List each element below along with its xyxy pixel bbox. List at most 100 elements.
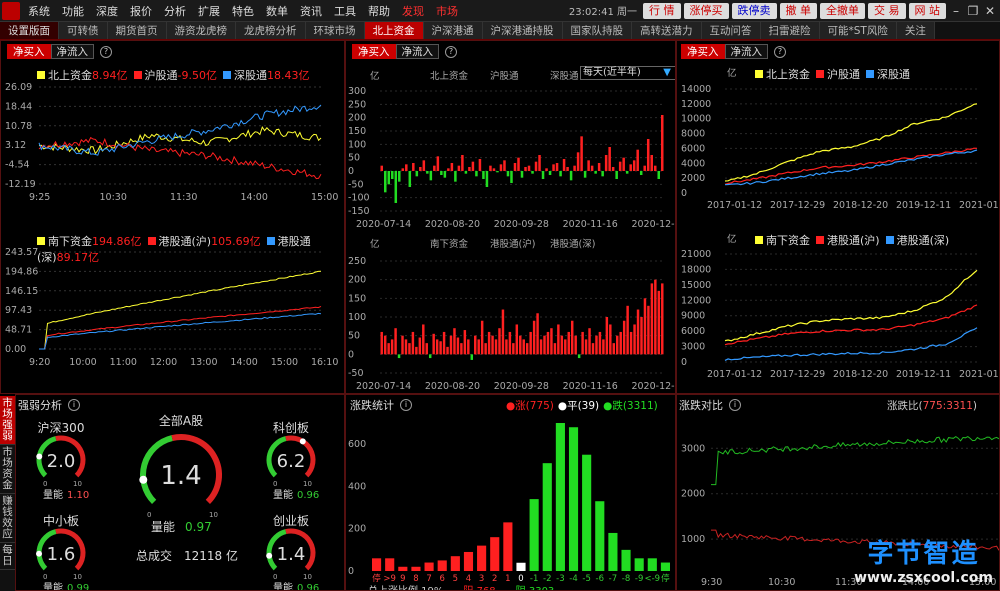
cum-north-ytick: 6000 [681, 143, 705, 154]
menu-help[interactable]: 帮助 [362, 3, 396, 19]
tab-5[interactable]: 环球市场 [305, 22, 365, 39]
south-bar-bar [550, 328, 553, 355]
total-label: 总成交 [136, 548, 172, 563]
south-xtick: 15:00 [271, 357, 298, 368]
cum-south-xtick: 2017-01-12 [707, 369, 762, 380]
tab-4[interactable]: 龙虎榜分析 [236, 22, 306, 39]
south-bar-bar [460, 343, 463, 355]
tab-8[interactable]: 沪深港通持股 [482, 22, 563, 39]
menu-analysis[interactable]: 分析 [158, 3, 192, 19]
south-bar-tab-2: 港股通(深) [550, 238, 595, 250]
tab-13[interactable]: 可能*ST风险 [819, 22, 897, 39]
north-bar-xtick: 2020-07-14 [356, 219, 411, 230]
north-bar-bar [496, 171, 499, 173]
gauge-min: 0 [273, 573, 277, 581]
cum-north-ytick: 8000 [681, 129, 705, 140]
intraday-panel: 净买入 净流入 ? 北上资金 8.94亿 沪股通 -9.50亿 深股通 18.43亿 南下… [0, 40, 345, 394]
menu-extend[interactable]: 扩展 [192, 3, 226, 19]
gauge-value: 1.6 [47, 544, 76, 565]
menu-depth[interactable]: 深度 [90, 3, 124, 19]
cum-north-xtick: 2017-12-29 [770, 200, 825, 211]
north-bar-ytick: -100 [348, 193, 370, 204]
tab-9[interactable]: 国家队持股 [562, 22, 632, 39]
clock: 23:02:41 周一 [568, 7, 637, 18]
menu-data[interactable]: 数单 [260, 3, 294, 19]
cum-south-xtick: 2017-12-29 [770, 369, 825, 380]
north-bar-bar [408, 171, 412, 187]
sell-limit-button[interactable]: 跌停卖 [731, 2, 777, 19]
south-bar-bar [404, 339, 408, 355]
menu-discover[interactable]: 发现 [396, 3, 430, 19]
north-bar-bar [401, 168, 405, 171]
yin-count: 阴 3303 [516, 582, 555, 590]
dist-bar [450, 556, 460, 571]
cum-north-series-line-1 [724, 147, 978, 185]
volume-value: 0.96 [297, 583, 319, 591]
sidebar-market-funds[interactable]: 市场资金 [0, 445, 15, 494]
website-button[interactable]: 网 站 [908, 2, 946, 19]
cum-north-ytick: 10000 [681, 114, 711, 125]
menu-news[interactable]: 资讯 [294, 3, 328, 19]
dist-bar [595, 501, 605, 571]
north-bar-bar [415, 171, 419, 177]
south-xtick: 9:20 [29, 357, 50, 368]
menu-special[interactable]: 特色 [226, 3, 260, 19]
tab-12[interactable]: 扫雷避险 [760, 22, 820, 39]
close-icon[interactable]: ✕ [983, 4, 997, 18]
cancel-all-button[interactable]: 全撤单 [820, 2, 865, 19]
north-bar-bar [513, 163, 517, 171]
gauge-max: 10 [73, 480, 82, 488]
right-unit-2: 亿 [727, 233, 737, 245]
south-bar-bar [605, 317, 609, 355]
north-bar-bar [566, 167, 569, 171]
gauge-value: 1.4 [160, 461, 201, 491]
gauge-title: 全部A股 [159, 413, 203, 428]
gauge-min: 0 [273, 480, 277, 488]
cum-south-ytick: 9000 [681, 311, 705, 322]
south-series-line-1 [39, 305, 322, 350]
south-bar-bar [661, 283, 664, 355]
south-bar-xtick: 2020-07-14 [356, 381, 411, 392]
gauge-value: 1.4 [277, 544, 306, 565]
south-bar-xtick: 2020-08-20 [425, 381, 480, 392]
north-bar-bar [398, 171, 401, 182]
tab-14[interactable]: 关注 [896, 22, 935, 39]
south-ytick: 48.71 [5, 325, 32, 336]
menu-system[interactable]: 系统 [22, 3, 56, 19]
daily-bar-charts: 亿 北上资金 沪股通 深股通 300 250 200 150 100 50 0 -50 -100 -150… [348, 70, 675, 392]
restore-icon[interactable]: ❐ [966, 4, 980, 18]
menu-market[interactable]: 市场 [430, 3, 464, 19]
menu-function[interactable]: 功能 [56, 3, 90, 19]
minimize-icon[interactable]: – [949, 4, 963, 18]
tab-11[interactable]: 互动问答 [701, 22, 761, 39]
tab-10[interactable]: 高转送潜力 [632, 22, 702, 39]
sidebar-profit-effect[interactable]: 赚钱效应 [0, 494, 15, 543]
quote-button[interactable]: 行 情 [643, 2, 681, 19]
north-bar-bar [510, 171, 513, 183]
menu-quote[interactable]: 报价 [124, 3, 158, 19]
buy-limit-button[interactable]: 涨停买 [683, 2, 729, 19]
cancel-order-button[interactable]: 撤 单 [779, 2, 817, 19]
strength-panel: 强弱分析 i 2.0 沪深300 0 10 量能 1.10 1.6 中小板 0 10 量能 0.99 1… [15, 394, 345, 591]
north-bar-bar [594, 171, 597, 174]
tab-1[interactable]: 可转债 [59, 22, 108, 39]
north-bar-bar [457, 165, 461, 171]
tab-6[interactable]: 北上资金 [364, 22, 424, 39]
menu-tools[interactable]: 工具 [328, 3, 362, 19]
sidebar-market-strength[interactable]: 市场强弱 [0, 396, 15, 445]
tab-2[interactable]: 期货首页 [107, 22, 167, 39]
south-bar-bar [411, 331, 415, 355]
south-xtick: 14:00 [230, 357, 257, 368]
sidebar-daily[interactable]: 每日 [0, 543, 15, 570]
south-bar-bar [387, 343, 390, 355]
cum-north-series-line-0 [724, 103, 978, 182]
south-bar-bar [487, 331, 491, 355]
gauge-max: 10 [73, 573, 82, 581]
trade-button[interactable]: 交 易 [868, 2, 906, 19]
north-bar-bar [611, 167, 615, 171]
tab-0[interactable]: 设置版面 [0, 22, 59, 39]
north-bar-bar [454, 171, 457, 182]
south-bar-bar [390, 339, 394, 355]
tab-7[interactable]: 沪深港通 [423, 22, 483, 39]
tab-3[interactable]: 游资龙虎榜 [166, 22, 236, 39]
